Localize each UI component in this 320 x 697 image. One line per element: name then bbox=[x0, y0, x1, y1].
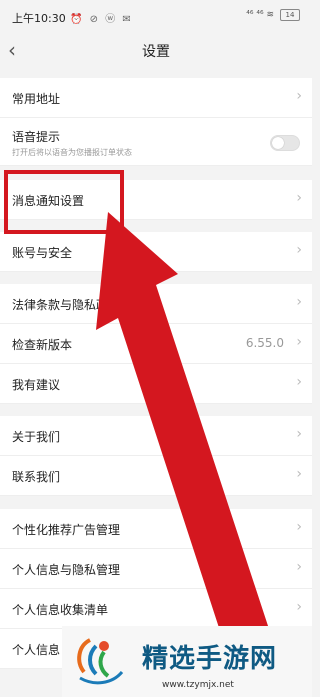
settings-row-common-address[interactable]: 常用地址 › bbox=[0, 78, 312, 118]
settings-row-check-version[interactable]: 检查新版本 6.55.0 › bbox=[0, 324, 312, 364]
title-bar: ‹ 设置 bbox=[0, 34, 312, 66]
watermark-url: www.tzymjx.net bbox=[162, 680, 234, 690]
chevron-right-icon: › bbox=[296, 559, 302, 575]
chevron-right-icon: › bbox=[296, 190, 302, 206]
chevron-right-icon: › bbox=[296, 242, 302, 258]
settings-row-info-collection[interactable]: 个人信息收集清单 › bbox=[0, 589, 312, 629]
settings-row-privacy-management[interactable]: 个人信息与隐私管理 › bbox=[0, 549, 312, 589]
row-label: 个人信息与隐私管理 bbox=[12, 563, 121, 577]
row-label: 我有建议 bbox=[12, 378, 61, 392]
settings-row-ad-personalization[interactable]: 个性化推荐广告管理 › bbox=[0, 509, 312, 549]
watermark-logo-icon bbox=[77, 638, 124, 685]
row-label: 语音提示 bbox=[12, 130, 61, 144]
chevron-right-icon: › bbox=[296, 466, 302, 482]
battery-icon: 14 bbox=[280, 9, 300, 21]
toggle-knob bbox=[272, 137, 284, 149]
settings-row-contact-us[interactable]: 联系我们 › bbox=[0, 456, 312, 496]
chevron-right-icon: › bbox=[296, 294, 302, 310]
row-label: 常用地址 bbox=[12, 92, 61, 106]
row-label: 账号与安全 bbox=[12, 246, 73, 260]
chevron-right-icon: › bbox=[296, 374, 302, 390]
version-value: 6.55.0 bbox=[245, 336, 284, 350]
highlight-box bbox=[4, 170, 124, 234]
chevron-right-icon: › bbox=[296, 426, 302, 442]
status-bar: 上午10:30 ⏰ ⊘ ⓦ ✉ ⁴⁶ ⁴⁶ ≋ 14 bbox=[0, 0, 312, 34]
page-title: 设置 bbox=[142, 44, 170, 60]
row-label: 关于我们 bbox=[12, 430, 61, 444]
chevron-right-icon: › bbox=[296, 519, 302, 535]
row-label: 联系我们 bbox=[12, 470, 61, 484]
row-label: 法律条款与隐私政策 bbox=[12, 298, 121, 312]
settings-row-account-security[interactable]: 账号与安全 › bbox=[0, 232, 312, 272]
voice-prompt-toggle[interactable] bbox=[270, 135, 300, 151]
chevron-right-icon: › bbox=[296, 334, 302, 350]
watermark: 精选手游网 www.tzymjx.net bbox=[62, 626, 312, 697]
settings-row-legal-privacy[interactable]: 法律条款与隐私政策 › bbox=[0, 284, 312, 324]
row-label: 检查新版本 bbox=[12, 338, 73, 352]
signal-icon: ⁴⁶ ⁴⁶ ≋ bbox=[246, 10, 274, 20]
status-right: ⁴⁶ ⁴⁶ ≋ 14 bbox=[246, 9, 300, 21]
row-sublabel: 打开后将以语音为您播报订单状态 bbox=[12, 148, 132, 157]
settings-row-voice-prompt[interactable]: 语音提示 打开后将以语音为您播报订单状态 bbox=[0, 118, 312, 166]
chevron-right-icon: › bbox=[296, 599, 302, 615]
row-label: 个性化推荐广告管理 bbox=[12, 523, 121, 537]
watermark-brand: 精选手游网 bbox=[142, 644, 278, 674]
row-label: 个人信息收集清单 bbox=[12, 603, 109, 617]
row-label: 个人信息 bbox=[12, 643, 61, 657]
chevron-right-icon: › bbox=[296, 88, 302, 104]
status-indicators: ⏰ ⊘ ⓦ ✉ bbox=[70, 14, 133, 25]
settings-row-suggestions[interactable]: 我有建议 › bbox=[0, 364, 312, 404]
status-time: 上午10:30 bbox=[12, 12, 66, 25]
settings-row-about-us[interactable]: 关于我们 › bbox=[0, 416, 312, 456]
